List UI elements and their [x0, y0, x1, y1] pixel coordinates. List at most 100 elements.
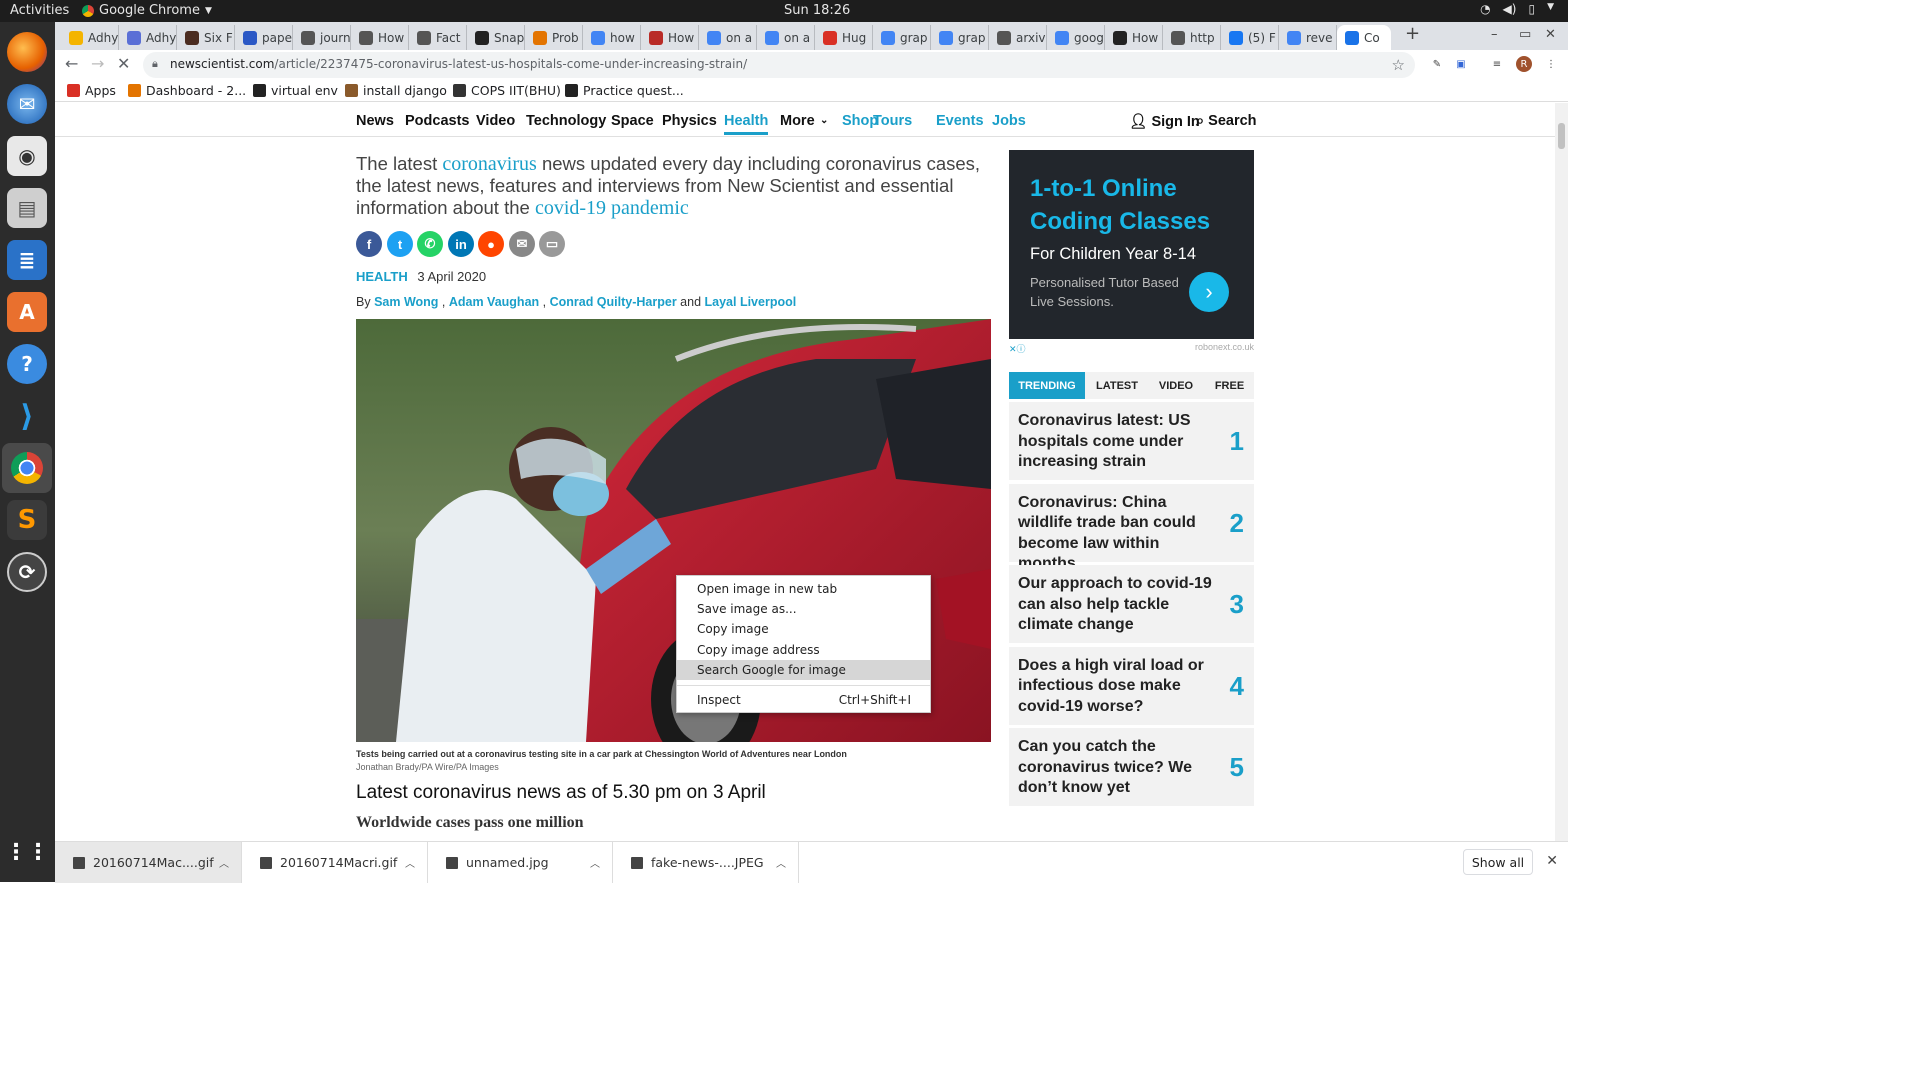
twitter-share-icon[interactable]: t: [387, 231, 413, 257]
ad-close-icon[interactable]: ✕ⓘ: [1009, 344, 1026, 354]
extension-icon[interactable]: ▣: [1453, 56, 1469, 72]
sign-in-link[interactable]: 👤︎ Sign In: [1129, 113, 1200, 130]
tab[interactable]: journ: [293, 25, 351, 50]
menu-item-save-image[interactable]: Save image as...: [677, 599, 930, 619]
tab[interactable]: Fact: [409, 25, 467, 50]
tab[interactable]: how: [583, 25, 641, 50]
updater-icon[interactable]: ⟳: [7, 552, 47, 592]
download-item[interactable]: 20160714Macri.gif ︿: [242, 842, 428, 883]
close-window-button[interactable]: ✕: [1545, 27, 1556, 42]
tab[interactable]: arxiv: [989, 25, 1047, 50]
chevron-down-icon[interactable]: ⌄: [820, 115, 828, 126]
writer-icon[interactable]: ≣: [7, 240, 47, 280]
nav-tours[interactable]: Tours: [873, 113, 912, 129]
bookmark-item[interactable]: virtual env: [253, 83, 338, 98]
menu-item-inspect[interactable]: Inspect Ctrl+Shift+I: [677, 690, 930, 710]
download-item[interactable]: 20160714Mac....gif ︿: [55, 842, 242, 883]
tab[interactable]: grap: [873, 25, 931, 50]
tab[interactable]: How: [351, 25, 409, 50]
tab[interactable]: goog: [1047, 25, 1105, 50]
trending-item[interactable]: Our approach to covid-19 can also help t…: [1009, 565, 1254, 643]
bookmark-item[interactable]: Apps: [67, 83, 116, 98]
reddit-share-icon[interactable]: ●: [478, 231, 504, 257]
show-all-button[interactable]: Show all: [1463, 849, 1533, 875]
bookmark-item[interactable]: Practice quest...: [565, 83, 684, 98]
new-tab-button[interactable]: +: [1405, 23, 1420, 44]
menu-item-open-image[interactable]: Open image in new tab: [677, 579, 930, 599]
tab[interactable]: http: [1163, 25, 1221, 50]
show-apps-icon[interactable]: ⋮⋮: [5, 832, 49, 872]
advertisement[interactable]: 1-to-1 Online Coding Classes For Childre…: [1009, 150, 1254, 339]
status-area[interactable]: ◔ ◀) ▯ ▼: [1480, 2, 1554, 16]
close-icon[interactable]: ✕: [1546, 853, 1558, 869]
pandemic-link[interactable]: covid-19 pandemic: [535, 197, 689, 219]
tab[interactable]: pape: [235, 25, 293, 50]
tab[interactable]: on a: [699, 25, 757, 50]
tab[interactable]: Prob: [525, 25, 583, 50]
tab[interactable]: grap: [931, 25, 989, 50]
nav-space[interactable]: Space: [611, 113, 654, 129]
linkedin-share-icon[interactable]: in: [448, 231, 474, 257]
nav-physics[interactable]: Physics: [662, 113, 717, 129]
avatar[interactable]: R: [1516, 56, 1532, 72]
tab[interactable]: Six F: [177, 25, 235, 50]
ad-source[interactable]: robonext.co.uk: [1195, 342, 1254, 352]
app-menu[interactable]: Google Chrome ▼: [82, 3, 212, 18]
tab[interactable]: How: [641, 25, 699, 50]
author-link[interactable]: Layal Liverpool: [705, 295, 797, 309]
tab-trending[interactable]: TRENDING: [1009, 372, 1085, 399]
section-label[interactable]: HEALTH: [356, 269, 408, 284]
tab-video[interactable]: VIDEO: [1152, 372, 1200, 399]
author-link[interactable]: Sam Wong: [374, 295, 438, 309]
tab[interactable]: on a: [757, 25, 815, 50]
rhythmbox-icon[interactable]: ◉: [7, 136, 47, 176]
nav-news[interactable]: News: [356, 113, 394, 129]
trending-item[interactable]: Coronavirus latest: US hospitals come un…: [1009, 402, 1254, 480]
chevron-up-icon[interactable]: ︿: [590, 855, 600, 870]
author-link[interactable]: Adam Vaughan: [449, 295, 539, 309]
nav-podcasts[interactable]: Podcasts: [405, 113, 469, 129]
menu-item-copy-image-address[interactable]: Copy image address: [677, 640, 930, 660]
whatsapp-share-icon[interactable]: ✆: [417, 231, 443, 257]
nav-video[interactable]: Video: [476, 113, 515, 129]
thunderbird-icon[interactable]: ✉: [7, 84, 47, 124]
download-item[interactable]: fake-news-....JPEG ︿: [613, 842, 799, 883]
forward-button[interactable]: →: [91, 54, 104, 73]
nav-events[interactable]: Events: [936, 113, 984, 129]
tab-free[interactable]: FREE: [1205, 372, 1254, 399]
help-icon[interactable]: ?: [7, 344, 47, 384]
menu-item-search-google-image[interactable]: Search Google for image: [677, 660, 930, 680]
vscode-icon[interactable]: ⟩: [7, 396, 47, 436]
trending-item[interactable]: Coronavirus: China wildlife trade ban co…: [1009, 483, 1254, 572]
bookmark-item[interactable]: COPS IIT(BHU): [453, 83, 561, 98]
chevron-up-icon[interactable]: ︿: [219, 855, 229, 870]
bookmark-item[interactable]: install django: [345, 83, 447, 98]
chrome-dock-icon[interactable]: [2, 443, 52, 493]
email-share-icon[interactable]: ✉: [509, 231, 535, 257]
trending-item[interactable]: Can you catch the coronavirus twice? We …: [1009, 728, 1254, 806]
back-button[interactable]: ←: [65, 54, 78, 73]
menu-icon[interactable]: ⋮: [1543, 56, 1559, 72]
sublime-icon[interactable]: S: [7, 500, 47, 540]
software-center-icon[interactable]: A: [7, 292, 47, 332]
tab-latest[interactable]: LATEST: [1087, 372, 1147, 399]
page-scrollbar[interactable]: [1555, 103, 1568, 841]
address-bar[interactable]: 🔒︎ newscientist.com/article/2237475-coro…: [143, 52, 1415, 78]
tab[interactable]: Snap: [467, 25, 525, 50]
scrollbar-thumb[interactable]: [1558, 123, 1565, 149]
media-icon[interactable]: ≡: [1489, 56, 1505, 72]
maximize-button[interactable]: ▭: [1519, 27, 1531, 42]
chevron-right-icon[interactable]: ›: [1189, 272, 1229, 312]
trending-item[interactable]: Does a high viral load or infectious dos…: [1009, 646, 1254, 725]
author-link[interactable]: Conrad Quilty-Harper: [550, 295, 677, 309]
nav-technology[interactable]: Technology: [526, 113, 606, 129]
chevron-up-icon[interactable]: ︿: [405, 855, 415, 870]
tab[interactable]: Hug: [815, 25, 873, 50]
tab[interactable]: (5) F: [1221, 25, 1279, 50]
menu-item-copy-image[interactable]: Copy image: [677, 619, 930, 639]
minimize-button[interactable]: –: [1491, 27, 1498, 42]
nav-jobs[interactable]: Jobs: [992, 113, 1026, 129]
tab[interactable]: reve: [1279, 25, 1337, 50]
bookmark-item[interactable]: Dashboard - 2...: [128, 83, 246, 98]
tab[interactable]: Co✕: [1337, 25, 1391, 50]
